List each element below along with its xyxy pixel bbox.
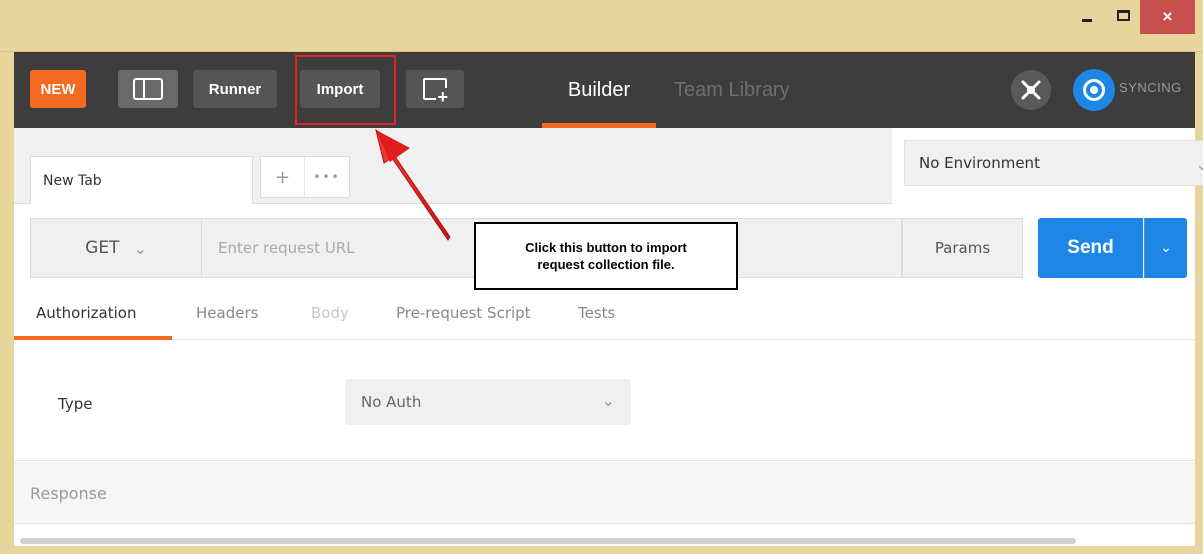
window-frame-bottom [0,546,1203,554]
toggle-sidebar-button[interactable] [118,70,178,108]
tab-actions: + ••• [260,156,350,198]
auth-type-value: No Auth [361,393,422,411]
app-header: NEW Runner Import Builder Team Library S… [14,52,1195,128]
auth-type-label: Type [58,395,93,413]
close-icon: × [1162,7,1173,26]
sync-status-label: SYNCING [1119,80,1182,95]
maximize-button[interactable] [1106,0,1140,30]
request-tab[interactable]: New Tab [30,156,253,204]
window-frame-right [1195,52,1203,554]
new-window-button[interactable] [406,70,464,108]
send-options-button[interactable]: ⌄ [1144,218,1187,278]
annotation-callout: Click this button to import request coll… [474,222,738,290]
chevron-down-icon: ⌄ [133,238,147,258]
send-button[interactable]: Send [1038,218,1143,278]
close-button[interactable]: × [1140,0,1195,34]
satellite-icon [1021,80,1041,100]
callout-line-1: Click this button to import [525,240,687,255]
more-tabs-button[interactable]: ••• [305,157,349,197]
tab-authorization-indicator [14,336,172,340]
sync-icon[interactable] [1073,69,1115,111]
tab-authorization[interactable]: Authorization [36,304,136,322]
minimize-icon [1082,18,1092,22]
chevron-down-icon: ⌄ [1195,155,1203,174]
scrollbar-thumb[interactable] [20,538,1076,544]
request-tabstrip: New Tab + ••• [14,128,892,204]
add-tab-button[interactable]: + [261,157,305,197]
interceptor-icon[interactable] [1011,70,1051,110]
tab-body[interactable]: Body [311,304,349,322]
tab-headers[interactable]: Headers [196,304,258,322]
environment-select-value: No Environment [919,154,1040,172]
request-subtabs: Authorization Headers Body Pre-request S… [14,294,1195,340]
minimize-button[interactable] [1068,0,1106,30]
authorization-panel: Type No Auth ⌄ [14,341,1195,461]
window-frame-left [0,52,14,554]
horizontal-scrollbar[interactable] [14,524,1195,546]
callout-line-2: request collection file. [537,257,675,272]
environment-select[interactable]: No Environment ⌄ [904,140,1203,186]
params-button[interactable]: Params [902,218,1023,278]
response-panel: Response [14,462,1195,524]
environment-panel: No Environment ⌄ [892,128,1203,204]
maximize-icon [1116,9,1130,21]
response-label: Response [30,484,107,503]
method-select[interactable]: GET ⌄ [30,218,202,278]
chevron-down-icon: ⌄ [1160,240,1172,256]
new-button[interactable]: NEW [30,70,86,108]
chevron-down-icon: ⌄ [601,391,615,410]
tab-builder[interactable]: Builder [542,70,656,110]
tab-team-library[interactable]: Team Library [674,70,814,110]
import-highlight-box [295,55,396,125]
runner-button[interactable]: Runner [193,70,277,108]
auth-type-select[interactable]: No Auth ⌄ [345,379,631,425]
window-titlebar: × [0,0,1203,52]
sidebar-icon [133,78,163,100]
method-value: GET [85,238,120,258]
tab-tests[interactable]: Tests [578,304,615,322]
new-window-icon [423,78,449,106]
tab-pre-request-script[interactable]: Pre-request Script [396,304,531,322]
